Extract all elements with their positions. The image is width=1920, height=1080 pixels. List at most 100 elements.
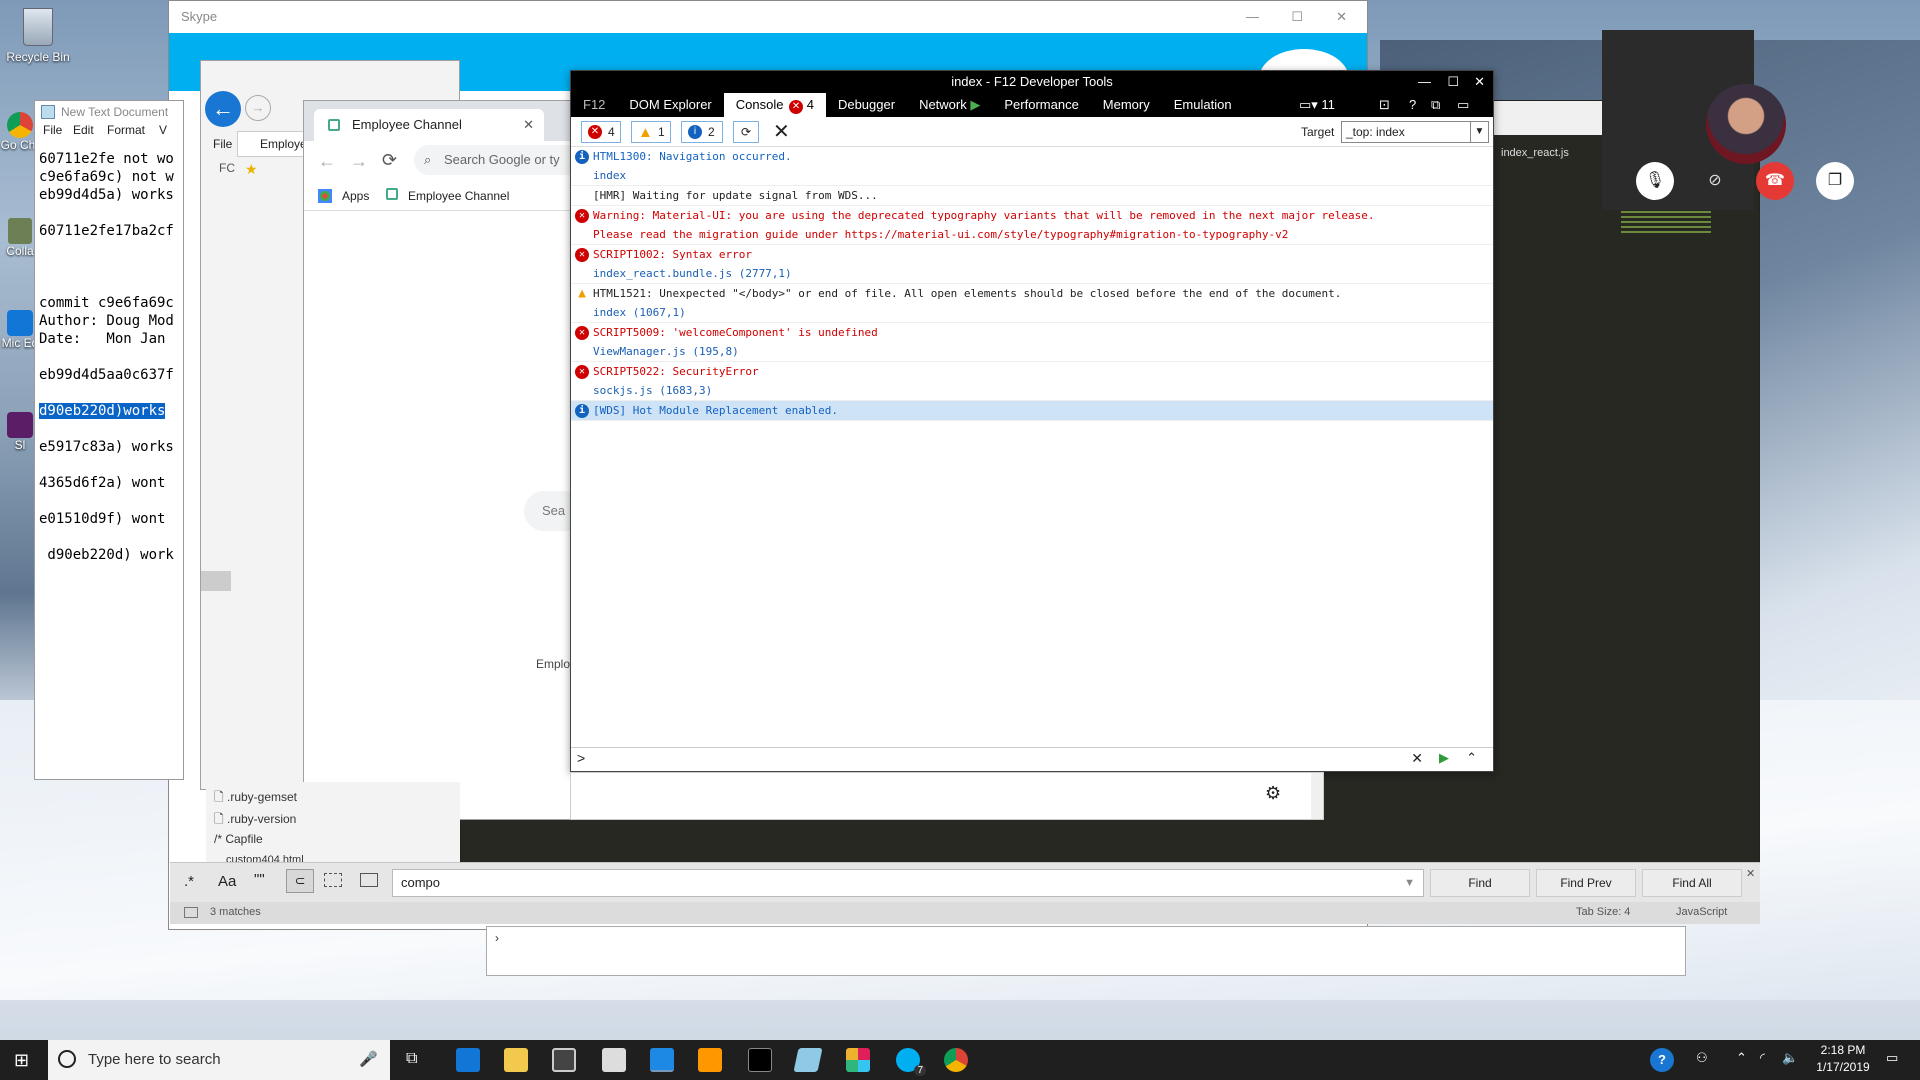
file-capfile[interactable]: /* Capfile [214,832,263,846]
menu-format[interactable]: Format [107,123,145,137]
slack-icon[interactable] [846,1048,870,1072]
console-message[interactable]: [HMR] Waiting for update signal from WDS… [571,186,1493,206]
dock-icon[interactable]: ▭ [1457,93,1469,117]
chevron-down-icon[interactable]: ▼ [1404,870,1415,896]
reload-icon[interactable]: ⟳ [382,150,397,171]
console-message-source[interactable]: Please read the migration guide under ht… [593,225,1493,244]
terminal-icon[interactable] [748,1048,772,1072]
tab-size[interactable]: Tab Size: 4 [1576,906,1630,918]
tab-emulation[interactable]: Emulation [1162,93,1244,117]
menu-edit[interactable]: Edit [73,123,94,137]
clear-console-icon[interactable]: ✕ [773,119,790,144]
forward-icon[interactable]: → [245,95,271,121]
console-message[interactable]: i HTML1300: Navigation occurred. index [571,147,1493,186]
notifications-icon[interactable]: ▭ [1886,1050,1898,1066]
wrap-toggle-icon[interactable]: ⊂ [286,869,314,893]
taskbar-search-box[interactable]: Type here to search 🎤 [48,1040,390,1080]
gear-icon[interactable]: ⚙ [1265,783,1281,804]
bookmark-apps[interactable]: Apps [342,189,369,203]
tab-memory[interactable]: Memory [1091,93,1162,117]
undock-icon[interactable]: ⧉ [1431,93,1440,117]
console-message[interactable]: ✕ SCRIPT5022: SecurityError sockjs.js (168… [571,362,1493,401]
find-prev-button[interactable]: Find Prev [1536,869,1636,897]
file-ruby-version[interactable]: 🗋 .ruby-version [214,810,296,831]
chevron-up-icon[interactable]: ⌃ [1736,1050,1747,1066]
maximize-button[interactable]: ☐ [1291,1,1303,33]
microphone-icon[interactable]: 🎤 [359,1040,378,1080]
console-message-source[interactable]: index [593,166,1493,185]
ie-scroll-handle[interactable] [201,571,231,591]
file-ruby-gemset[interactable]: 🗋 .ruby-gemset [214,788,297,809]
clock[interactable]: 2:18 PM 1/17/2019 [1808,1042,1878,1076]
console-message[interactable]: ✕ SCRIPT1002: Syntax error index_react.bun… [571,245,1493,284]
store-icon[interactable] [552,1048,576,1072]
console-message[interactable]: ✕ Warning: Material-UI: you are using the… [571,206,1493,245]
microphone-icon[interactable]: 🎙 [1636,162,1674,200]
filter-warnings-button[interactable]: ▲ 1 [631,121,671,143]
close-tab-icon[interactable]: ✕ [523,109,534,141]
tab-f12[interactable]: F12 [571,93,617,117]
console-message-source[interactable]: index (1067,1) [593,303,1493,322]
maximize-button[interactable]: ☐ [1447,71,1459,93]
tab-console[interactable]: Console ✕ 4 [723,93,826,117]
console-message-source[interactable]: index_react.bundle.js (2777,1) [593,264,1493,283]
console-message[interactable]: ✕ SCRIPT5009: 'welcomeComponent' is undef… [571,323,1493,362]
skype-icon[interactable]: 7 [896,1048,926,1076]
volume-icon[interactable]: 🔈 [1782,1050,1798,1066]
minimize-button[interactable]: — [1246,1,1259,33]
target-select[interactable]: _top: index ▼ [1341,121,1489,143]
tab-debugger[interactable]: Debugger [826,93,907,117]
console-message[interactable]: ▲ HTML1521: Unexpected "</body>" or end o… [571,284,1493,323]
minimize-button[interactable]: — [1418,71,1431,93]
editor-file-tab[interactable]: index_react.js [1501,147,1569,159]
hang-up-icon[interactable]: ☎ [1756,162,1794,200]
file-explorer-icon[interactable] [504,1048,528,1072]
bookmark-employee-channel[interactable]: Employee Channel [408,189,509,203]
notepad-text-area[interactable]: 60711e2fe not wo c9e6fa69c) not w eb99d4d5… [35,151,181,791]
windows-start-icon[interactable]: ⊞ [14,1050,29,1071]
in-selection-icon[interactable] [324,873,342,887]
share-screen-icon[interactable]: ❐ [1816,162,1854,200]
run-icon[interactable]: ▶ [1439,750,1449,766]
close-button[interactable]: ✕ [1474,71,1485,93]
preserve-log-icon[interactable]: ⟳ [733,121,759,143]
scrollbar[interactable] [1311,773,1323,819]
console-message-source[interactable]: sockjs.js (1683,3) [593,381,1493,400]
people-icon[interactable]: ⚇ [1696,1050,1708,1066]
help-icon[interactable]: ? [1409,93,1416,117]
expand-icon[interactable]: ⌃ [1466,750,1477,766]
menu-view[interactable]: V [159,123,167,137]
recycle-bin-shortcut[interactable]: Recycle Bin [0,8,76,64]
tab-network[interactable]: Network ▶ [907,93,992,117]
file-custom404[interactable]: custom404.html [226,854,304,862]
favorites-star-icon[interactable]: ★ [245,161,258,178]
case-toggle[interactable]: Aa [218,873,236,890]
ie-menu-file[interactable]: File [213,137,232,151]
notepad-taskbar-icon[interactable] [793,1048,823,1072]
menu-file[interactable]: File [43,123,62,137]
task-view-icon[interactable]: ⧉ [406,1050,417,1068]
back-arrow-icon[interactable]: ← [318,151,336,172]
tab-performance[interactable]: Performance [992,93,1090,117]
close-find-icon[interactable]: ✕ [1746,867,1755,880]
console-message[interactable]: i [WDS] Hot Module Replacement enabled. [571,401,1493,421]
video-off-icon[interactable]: ⊘ [1696,162,1734,200]
chrome-tab-employee-channel[interactable]: Employee Channel ✕ [314,109,544,141]
mail-icon[interactable] [602,1048,626,1072]
console-input[interactable]: > ✕ ▶ ⌃ [571,747,1493,771]
regex-toggle[interactable]: .* [184,873,194,890]
console-toggle-icon[interactable]: ⊡ [1379,93,1390,117]
find-button[interactable]: Find [1430,869,1530,897]
edge-icon[interactable] [456,1048,480,1072]
find-all-button[interactable]: Find All [1642,869,1742,897]
filter-errors-button[interactable]: ✕ 4 [581,121,621,143]
wifi-icon[interactable]: ◜ [1760,1050,1765,1066]
console-message-source[interactable]: ViewManager.js (195,8) [593,342,1493,361]
tab-dom-explorer[interactable]: DOM Explorer [617,93,723,117]
help-icon[interactable]: ? [1650,1048,1674,1072]
clear-input-icon[interactable]: ✕ [1411,750,1423,767]
highlight-matches-icon[interactable] [360,873,378,887]
panel-toggle-icon[interactable] [184,907,198,918]
find-input[interactable]: compo ▼ [392,869,1424,897]
editor-minimap[interactable] [1621,211,1711,235]
